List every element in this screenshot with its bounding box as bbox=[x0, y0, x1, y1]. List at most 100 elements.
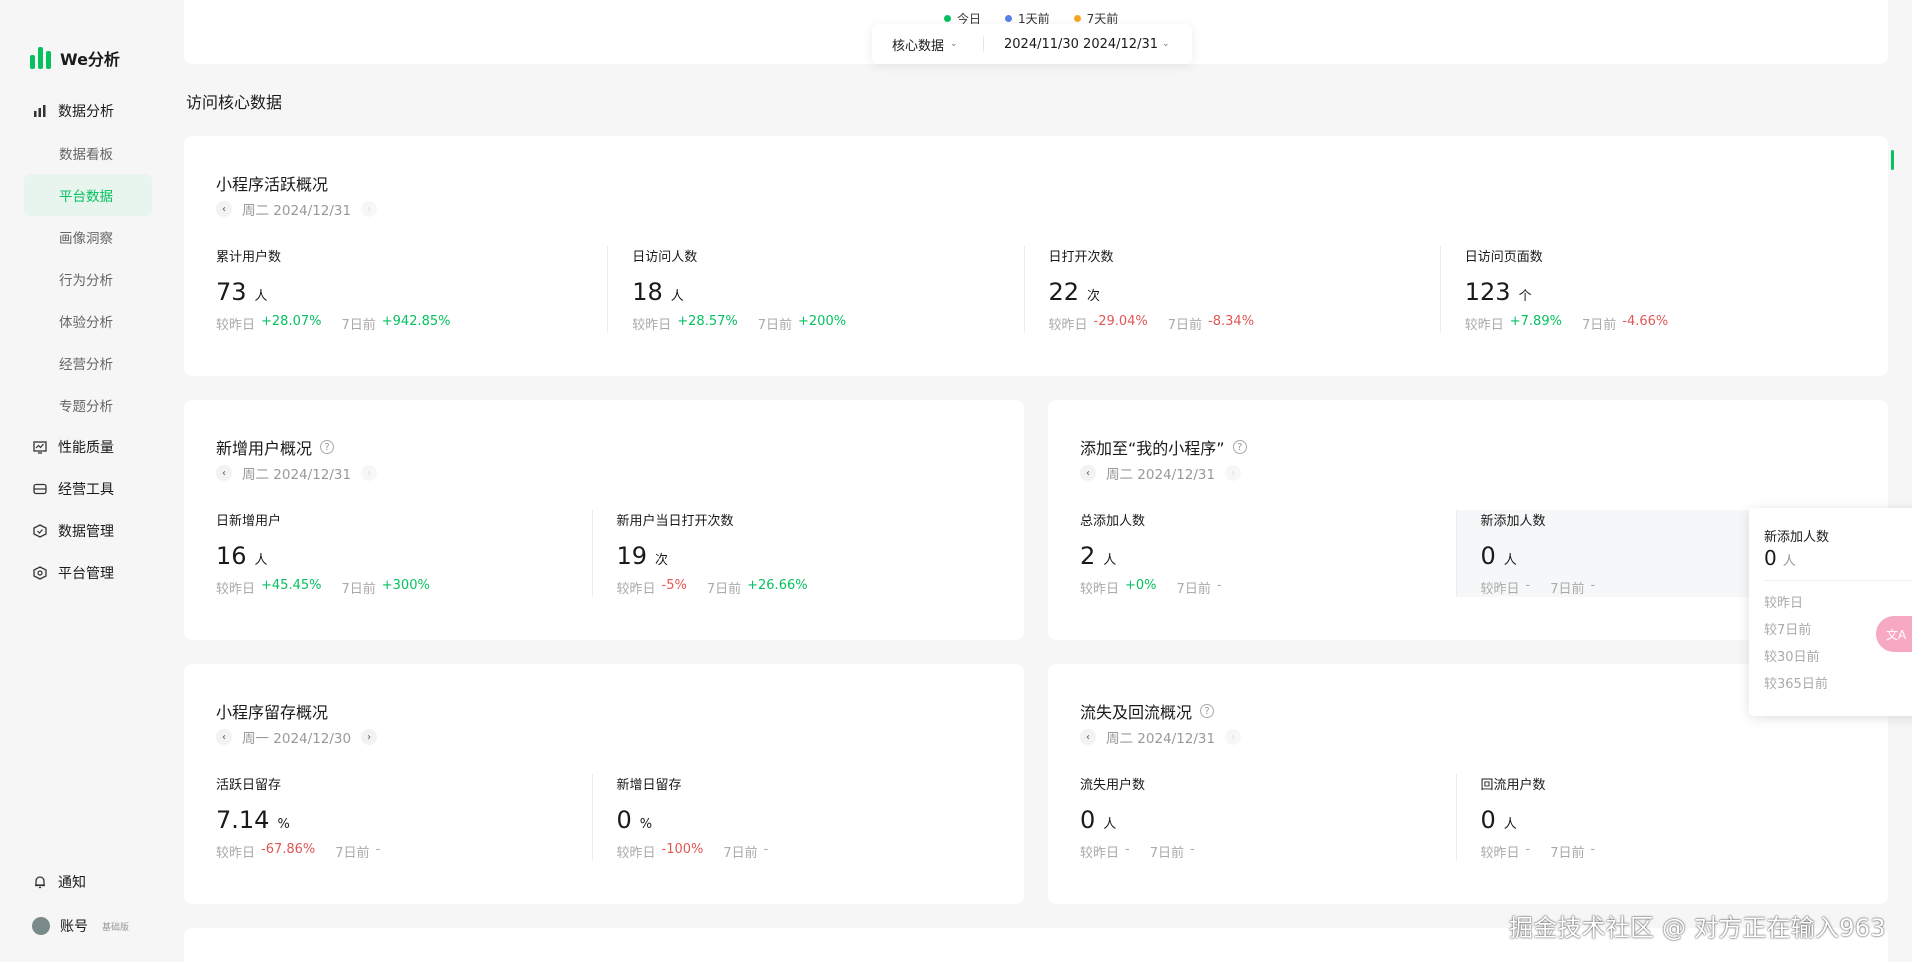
metric-total-adds[interactable]: 总添加人数 2人 较昨日 +0% 7日前 - bbox=[1080, 510, 1456, 597]
metric-unit: 次 bbox=[655, 553, 669, 568]
sidebar-item-platform-management[interactable]: 平台管理 bbox=[24, 552, 152, 594]
card-title: 小程序留存概况 bbox=[216, 699, 328, 723]
sidebar: We分析 数据分析 数据看板 平台数据 画像洞察 行为分析 体验分析 经营分析 … bbox=[0, 0, 166, 962]
cmp-day-value: - bbox=[1525, 578, 1531, 593]
cmp-week-value: - bbox=[1190, 842, 1195, 857]
metric-value: 16 人 bbox=[216, 542, 572, 570]
cmp-label: 较昨日 bbox=[1080, 846, 1120, 861]
metric-value: 22 次 bbox=[1049, 278, 1420, 306]
popup-row: 较昨日 bbox=[1764, 596, 1804, 611]
help-icon[interactable]: ? bbox=[1232, 440, 1247, 454]
metric-number: 22 bbox=[1048, 278, 1080, 306]
cmp-label: 7日前 bbox=[341, 318, 376, 333]
sidebar-sub-behavior[interactable]: 行为分析 bbox=[24, 258, 152, 300]
metric-value: 73 人 bbox=[216, 278, 587, 306]
metric-unit: 人 bbox=[254, 553, 268, 568]
date-label: 周二 2024/12/31 bbox=[1106, 467, 1216, 483]
metrics-row: 流失用户数 0人 较昨日 -7日前 - 回流用户数 0人 较昨日 -7日前 - bbox=[1080, 774, 1856, 861]
metric-daily-opens[interactable]: 日打开次数 22 次 较昨日 -29.04% 7日前 -8.34% bbox=[1023, 246, 1440, 333]
chevron-left-icon[interactable]: ‹ bbox=[216, 465, 232, 481]
sidebar-item-performance[interactable]: 性能质量 bbox=[24, 426, 152, 468]
scroll-indicator[interactable] bbox=[1891, 150, 1894, 170]
cmp-week-value: +942.85% bbox=[381, 314, 451, 329]
chevron-left-icon[interactable]: ‹ bbox=[216, 201, 232, 217]
cmp-day-value: +28.07% bbox=[261, 314, 322, 329]
metric-unit: 人 bbox=[1103, 817, 1117, 832]
brand-logo[interactable]: We分析 bbox=[30, 46, 120, 70]
chevron-right-icon[interactable]: › bbox=[361, 465, 378, 481]
date-navigator: ‹ 周二 2024/12/31 › bbox=[216, 199, 378, 219]
chevron-right-icon[interactable]: › bbox=[361, 729, 378, 745]
chevron-left-icon[interactable]: ‹ bbox=[1080, 465, 1096, 481]
cmp-label: 较昨日 bbox=[616, 582, 656, 597]
date-navigator: ‹ 周二 2024/12/31 › bbox=[1080, 727, 1242, 747]
sidebar-item-label: 数据管理 bbox=[58, 524, 114, 540]
help-icon[interactable]: ? bbox=[320, 440, 335, 454]
metric-value: 123 个 bbox=[1465, 278, 1836, 306]
metric-comparison: 较昨日 -67.86% 7日前 - bbox=[216, 842, 572, 861]
metric-total-users[interactable]: 累计用户数 73 人 较昨日 +28.07% 7日前 +942.85% bbox=[216, 246, 607, 333]
card-title: 添加至“我的小程序” ? bbox=[1080, 435, 1247, 459]
sidebar-nav: 数据分析 数据看板 平台数据 画像洞察 行为分析 体验分析 经营分析 专题分析 … bbox=[24, 90, 152, 594]
metric-new-retention[interactable]: 新增日留存 0% 较昨日 -100% 7日前 - bbox=[591, 774, 993, 861]
cmp-day-value: - bbox=[1525, 842, 1531, 857]
sidebar-sub-platform-data[interactable]: 平台数据 bbox=[24, 174, 152, 216]
metrics-row: 总添加人数 2人 较昨日 +0% 7日前 - 新添加人数 0人 较昨日 -7日前 - bbox=[1080, 510, 1856, 597]
help-icon[interactable]: ? bbox=[1200, 704, 1215, 718]
metric-daily-pageviews[interactable]: 日访问页面数 123 个 较昨日 +7.89% 7日前 -4.66% bbox=[1439, 246, 1856, 333]
metric-new-user-opens[interactable]: 新用户当日打开次数 19 次 较昨日 -5% 7日前 +26.66% bbox=[591, 510, 993, 597]
metric-daily-new-users[interactable]: 日新增用户 16 人 较昨日 +45.45% 7日前 +300% bbox=[216, 510, 592, 597]
metric-returning-users[interactable]: 回流用户数 0人 较昨日 -7日前 - bbox=[1455, 774, 1857, 861]
chevron-right-icon[interactable]: › bbox=[1225, 729, 1242, 745]
cmp-week-value: - bbox=[763, 842, 769, 857]
metric-value: 18 人 bbox=[632, 278, 1003, 306]
translate-floating-button[interactable]: 文A bbox=[1876, 616, 1912, 652]
cmp-day-value: +28.57% bbox=[677, 314, 738, 329]
popup-row: 较30日前 bbox=[1764, 650, 1820, 665]
metric-comparison: 较昨日 +7.89% 7日前 -4.66% bbox=[1465, 314, 1836, 333]
metric-number: 73 bbox=[216, 278, 247, 306]
sidebar-item-data-analysis[interactable]: 数据分析 bbox=[24, 90, 152, 132]
metric-number: 18 bbox=[632, 278, 663, 306]
sidebar-sub-portrait[interactable]: 画像洞察 bbox=[24, 216, 152, 258]
sidebar-sub-business[interactable]: 经营分析 bbox=[24, 342, 152, 384]
cmp-day-value: -67.86% bbox=[261, 842, 316, 857]
metric-daily-visitors[interactable]: 日访问人数 18 人 较昨日 +28.57% 7日前 +200% bbox=[607, 246, 1023, 333]
sidebar-item-account[interactable]: 账号 基础版 bbox=[24, 904, 152, 948]
sidebar-sub-dashboard[interactable]: 数据看板 bbox=[24, 132, 152, 174]
card-title-text: 流失及回流概况 bbox=[1080, 703, 1193, 722]
metric-number: 0 bbox=[616, 806, 632, 834]
card-title-text: 添加至“我的小程序” bbox=[1080, 439, 1225, 458]
date-range-picker[interactable]: 2024/11/30 2024/12/31 ⌄ bbox=[984, 37, 1170, 52]
bar-chart-icon bbox=[32, 103, 48, 119]
metric-comparison: 较昨日 +45.45% 7日前 +300% bbox=[216, 578, 572, 597]
monitor-icon bbox=[32, 439, 48, 455]
metric-active-retention[interactable]: 活跃日留存 7.14% 较昨日 -67.86% 7日前 - bbox=[216, 774, 592, 861]
metric-label: 日打开次数 bbox=[1048, 250, 1114, 265]
metric-comparison: 较昨日 -7日前 - bbox=[1080, 842, 1436, 861]
cmp-label: 7日前 bbox=[1176, 582, 1211, 597]
sidebar-item-business-tools[interactable]: 经营工具 bbox=[24, 468, 152, 510]
avatar bbox=[32, 917, 50, 935]
date-label: 周二 2024/12/31 bbox=[242, 467, 352, 483]
chevron-left-icon[interactable]: ‹ bbox=[216, 729, 232, 745]
metric-churned-users[interactable]: 流失用户数 0人 较昨日 -7日前 - bbox=[1080, 774, 1456, 861]
data-type-select[interactable]: 核心数据 ⌄ bbox=[872, 36, 984, 54]
chevron-left-icon[interactable]: ‹ bbox=[1080, 729, 1096, 745]
cmp-day-value: -100% bbox=[661, 842, 704, 857]
sidebar-sub-topic[interactable]: 专题分析 bbox=[24, 384, 152, 426]
metric-comparison: 较昨日 +28.57% 7日前 +200% bbox=[632, 314, 1003, 333]
metric-number: 2 bbox=[1080, 542, 1096, 570]
metric-label: 日访问页面数 bbox=[1464, 250, 1543, 265]
sidebar-sub-experience[interactable]: 体验分析 bbox=[24, 300, 152, 342]
section-title: 访问核心数据 bbox=[186, 93, 283, 112]
cmp-label: 较昨日 bbox=[632, 318, 672, 333]
metric-number: 123 bbox=[1464, 278, 1511, 306]
chevron-right-icon[interactable]: › bbox=[361, 201, 378, 217]
chevron-right-icon[interactable]: › bbox=[1225, 465, 1242, 481]
card-active-overview: 小程序活跃概况 ‹ 周二 2024/12/31 › 累计用户数 73 人 较昨日 +… bbox=[184, 136, 1888, 376]
cmp-label: 较昨日 bbox=[1080, 582, 1120, 597]
metric-label: 日新增用户 bbox=[216, 514, 282, 529]
sidebar-item-data-management[interactable]: 数据管理 bbox=[24, 510, 152, 552]
sidebar-item-notify[interactable]: 通知 bbox=[24, 860, 152, 904]
